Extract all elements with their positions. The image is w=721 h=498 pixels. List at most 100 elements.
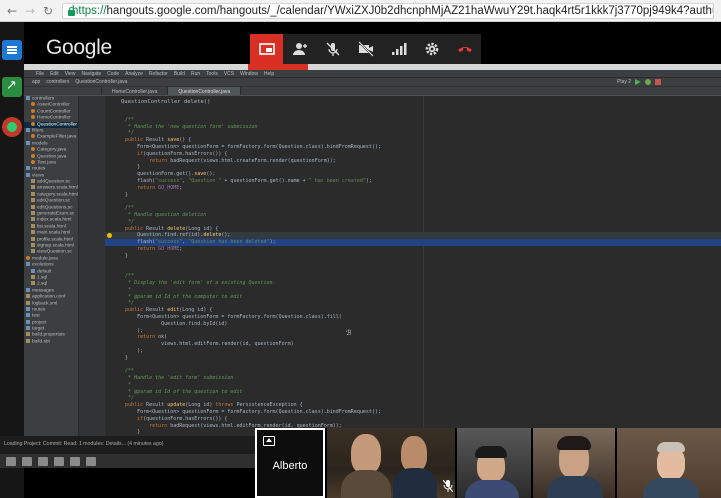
tab-home-controller[interactable]: HomeController.java	[102, 87, 169, 95]
menu-item[interactable]: Refactor	[149, 71, 168, 77]
project-tree-item[interactable]: QuestionController	[24, 121, 78, 128]
line-number	[79, 347, 102, 354]
project-tree-label: editQuestions.sc	[37, 204, 73, 210]
run-config[interactable]: Play 2	[617, 79, 631, 85]
participant-tile[interactable]	[457, 428, 531, 498]
present-screen-button[interactable]	[250, 34, 283, 64]
tab-question-controller[interactable]: QuestionController.java	[168, 87, 242, 95]
address-bar[interactable]: https://hangouts.google.com/hangouts/_/c…	[62, 3, 714, 19]
project-tree-label: Category.java	[37, 147, 67, 153]
signal-icon	[391, 43, 406, 55]
text-cursor-icon: ℬ	[346, 330, 352, 337]
taskbar-app-icon[interactable]	[38, 456, 48, 466]
menu-item[interactable]: Analyze	[125, 71, 143, 77]
self-name: Alberto	[272, 460, 308, 472]
code-line: }	[113, 252, 129, 259]
taskbar-app-icon[interactable]	[22, 456, 32, 466]
line-number	[79, 409, 102, 416]
file-icon	[26, 166, 30, 171]
right-margin-guide	[423, 96, 424, 436]
connection-quality-button[interactable]	[382, 34, 415, 64]
file-icon	[31, 281, 35, 286]
project-tree-item[interactable]: AssetController	[24, 102, 78, 108]
debug-icon[interactable]	[645, 79, 651, 85]
menu-item[interactable]: Build	[174, 71, 185, 77]
project-tree-item[interactable]: build.sbt	[24, 338, 78, 345]
line-number	[79, 395, 102, 402]
file-icon	[31, 204, 35, 209]
remote-app-icon[interactable]	[2, 77, 22, 97]
stop-icon[interactable]	[655, 79, 661, 85]
hang-up-icon	[457, 47, 472, 52]
menu-item[interactable]: File	[36, 71, 44, 77]
menu-item[interactable]: Run	[191, 71, 200, 77]
breadcrumb-item[interactable]: controllers	[46, 79, 69, 85]
add-person-button[interactable]	[283, 34, 316, 64]
menu-item[interactable]: Navigate	[81, 71, 101, 77]
breadcrumb-item[interactable]: app	[32, 79, 40, 85]
self-tile[interactable]: Alberto	[255, 428, 325, 498]
run-icon[interactable]	[635, 79, 641, 85]
code-editor[interactable]: QuestionController delete() /** * Handle…	[105, 96, 721, 436]
participant-tile[interactable]	[327, 428, 455, 498]
code-line: *	[113, 381, 132, 388]
project-tree-label: build.properties	[32, 332, 65, 338]
code-line: public Result delete(Long id) {	[125, 225, 219, 232]
code-line: );	[113, 347, 144, 354]
project-tree-label: answers.scala.html	[37, 185, 78, 191]
code-line: /**	[113, 368, 135, 375]
chrome-app-icon[interactable]	[2, 117, 22, 137]
back-icon[interactable]: ←	[6, 4, 18, 18]
file-icon	[31, 236, 35, 241]
code-line: * @param id Id of the question to edit	[113, 388, 243, 395]
line-number	[79, 375, 102, 382]
mute-mic-button[interactable]	[316, 34, 349, 64]
code-line: public Result edit(Long id) {	[125, 307, 213, 314]
menu-item[interactable]: VCS	[224, 71, 234, 77]
menu-item[interactable]: View	[65, 71, 76, 77]
taskbar-app-icon[interactable]	[70, 456, 80, 466]
menu-item[interactable]: Edit	[50, 71, 59, 77]
file-icon	[31, 115, 35, 120]
project-tree-label: default	[37, 268, 52, 274]
line-number	[79, 198, 102, 205]
menu-item[interactable]: Tools	[206, 71, 218, 77]
code-content[interactable]: /** * Handle the 'new question form' sub…	[105, 110, 721, 436]
menu-item[interactable]: Code	[107, 71, 119, 77]
file-icon	[31, 274, 35, 279]
taskbar-app-icon[interactable]	[54, 456, 64, 466]
code-line: questionForm.get().save();	[113, 171, 216, 178]
code-line: /**	[113, 273, 135, 280]
camera-off-button[interactable]	[349, 34, 382, 64]
shared-screen-ide: File Edit View Navigate Code Analyze Refactor B…	[24, 64, 721, 436]
project-tree-item[interactable]: ExampleFilter.java	[24, 134, 78, 140]
reload-icon[interactable]: ↻	[42, 4, 54, 18]
menu-item[interactable]: Help	[264, 71, 274, 77]
code-line: * Handle the 'edit form' submission	[113, 375, 234, 382]
project-tree-item[interactable]: viewQuestion.sc	[24, 249, 78, 255]
code-line: flash("success", "Question has been dele…	[113, 239, 276, 246]
code-line: * @param id Id of the computer to edit	[113, 293, 243, 300]
taskbar-app-icon[interactable]	[6, 456, 16, 466]
project-tree-label: editQuestion.sc	[37, 198, 71, 204]
project-tree-item[interactable]: HomeController	[24, 115, 78, 121]
forward-icon[interactable]: →	[24, 4, 36, 18]
messages-app-icon[interactable]	[2, 40, 22, 60]
taskbar-app-icon[interactable]	[86, 456, 96, 466]
code-line: Question.find.ref(id).delete();	[113, 232, 231, 239]
file-icon	[31, 242, 35, 247]
file-icon	[31, 191, 35, 196]
breadcrumb-item[interactable]: QuestionController.java	[75, 79, 127, 85]
settings-button[interactable]	[415, 34, 448, 64]
participant-tile[interactable]	[617, 428, 721, 498]
mic-muted-icon	[443, 480, 453, 492]
participant-tile[interactable]	[533, 428, 615, 498]
file-icon	[31, 134, 35, 139]
line-number	[79, 280, 102, 287]
hang-up-button[interactable]	[448, 34, 481, 64]
line-number	[79, 225, 102, 232]
file-icon	[26, 140, 30, 145]
project-tree-label: signup.scala.html	[37, 243, 75, 249]
project-tree-label: 1.sql	[37, 275, 48, 281]
menu-item[interactable]: Window	[240, 71, 258, 77]
